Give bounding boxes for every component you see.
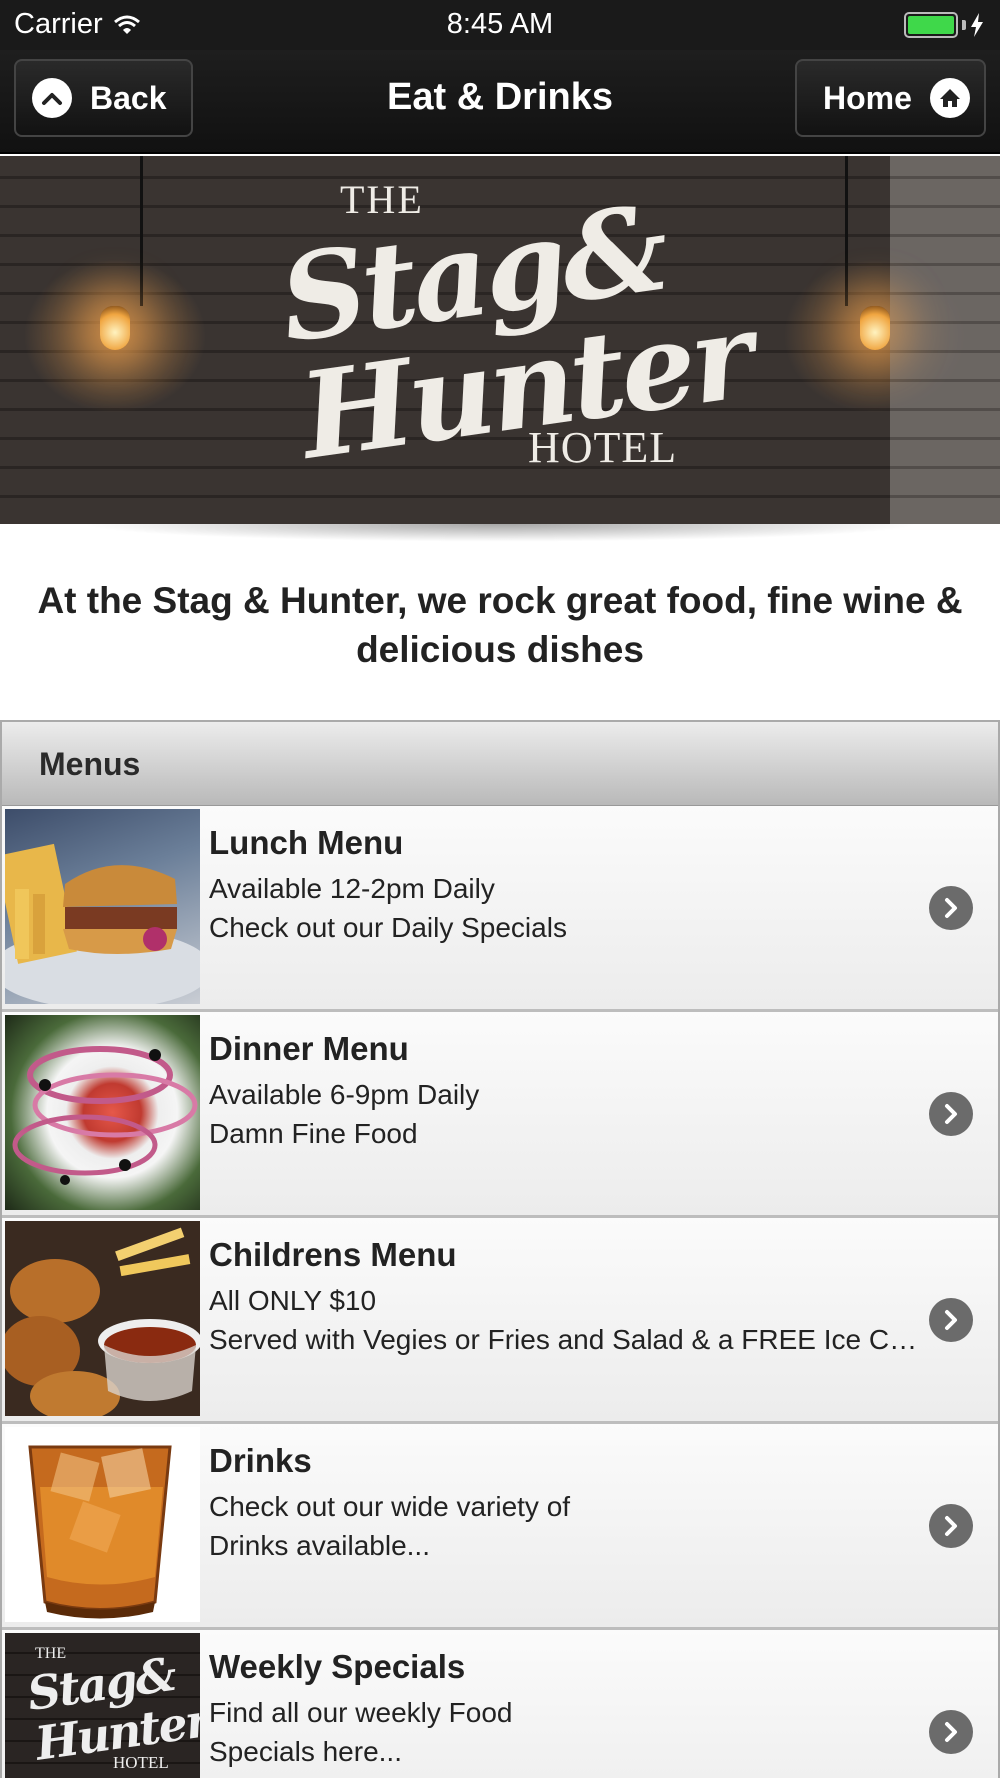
item-title: Drinks xyxy=(209,1442,312,1479)
menus-header: Menus xyxy=(2,722,998,806)
menus-list: Menus Lunch Menu Available 12-2pm Daily … xyxy=(0,720,1000,1778)
chevron-right-icon xyxy=(929,1710,973,1754)
intro-text: At the Stag & Hunter, we rock great food… xyxy=(37,580,963,670)
chevron-right-icon xyxy=(929,886,973,930)
logo-hotel: HOTEL xyxy=(528,423,678,472)
list-item-childrens-menu[interactable]: Childrens Menu All ONLY $10 Served with … xyxy=(2,1218,998,1424)
chevron-right-icon xyxy=(929,1298,973,1342)
lamp-right-icon xyxy=(860,306,890,350)
status-bar: Carrier 8:45 AM xyxy=(0,0,1000,50)
item-description: Check out our Daily Specials xyxy=(209,912,567,943)
item-subtitle: Find all our weekly Food xyxy=(209,1697,513,1728)
chevron-right-icon xyxy=(929,1504,973,1548)
list-item-lunch-menu[interactable]: Lunch Menu Available 12-2pm Daily Check … xyxy=(2,806,998,1012)
item-subtitle: All ONLY $10 xyxy=(209,1285,377,1316)
item-title: Childrens Menu xyxy=(209,1236,457,1273)
banner-shadow xyxy=(0,524,1000,560)
item-subtitle: Available 12-2pm Daily xyxy=(209,873,495,904)
list-item-weekly-specials[interactable]: THE Stag& Hunter HOTEL Weekly Specials F… xyxy=(2,1630,998,1778)
item-description: Specials here... xyxy=(209,1736,402,1767)
item-title: Dinner Menu xyxy=(209,1030,409,1067)
thumb-logo-hotel: HOTEL xyxy=(113,1753,169,1772)
thumb-logo-the: THE xyxy=(35,1645,67,1662)
status-time: 8:45 AM xyxy=(446,8,554,40)
item-title: Weekly Specials xyxy=(209,1648,466,1685)
hero-banner: THE Stag& Hunter HOTEL xyxy=(0,156,1000,524)
chevron-right-icon xyxy=(929,1092,973,1136)
salad-photo xyxy=(5,1015,200,1210)
home-button[interactable]: Home xyxy=(795,59,986,137)
logo-thumb: THE Stag& Hunter HOTEL xyxy=(5,1633,200,1778)
item-subtitle: Check out our wide variety of xyxy=(209,1491,571,1522)
item-title: Lunch Menu xyxy=(209,824,404,861)
item-description: Damn Fine Food xyxy=(209,1118,418,1149)
list-item-dinner-menu[interactable]: Dinner Menu Available 6-9pm Daily Damn F… xyxy=(2,1012,998,1218)
item-subtitle: Available 6-9pm Daily xyxy=(209,1079,480,1110)
whiskey-glass-photo xyxy=(5,1427,200,1622)
nuggets-photo xyxy=(5,1221,200,1416)
item-description: Served with Vegies or Fries and Salad & … xyxy=(209,1324,918,1355)
home-button-label: Home xyxy=(823,79,912,116)
burger-photo xyxy=(5,809,200,1004)
lamp-left-icon xyxy=(100,306,130,350)
charging-bolt-icon xyxy=(971,13,983,37)
battery-indicator xyxy=(904,12,984,38)
list-item-drinks[interactable]: Drinks Check out our wide variety of Dri… xyxy=(2,1424,998,1630)
hotel-logo: THE Stag& Hunter HOTEL xyxy=(270,166,758,516)
battery-icon xyxy=(904,12,958,38)
item-description: Drinks available... xyxy=(209,1530,430,1561)
nav-bar: Back Eat & Drinks Home xyxy=(0,50,1000,154)
home-icon xyxy=(929,78,970,118)
